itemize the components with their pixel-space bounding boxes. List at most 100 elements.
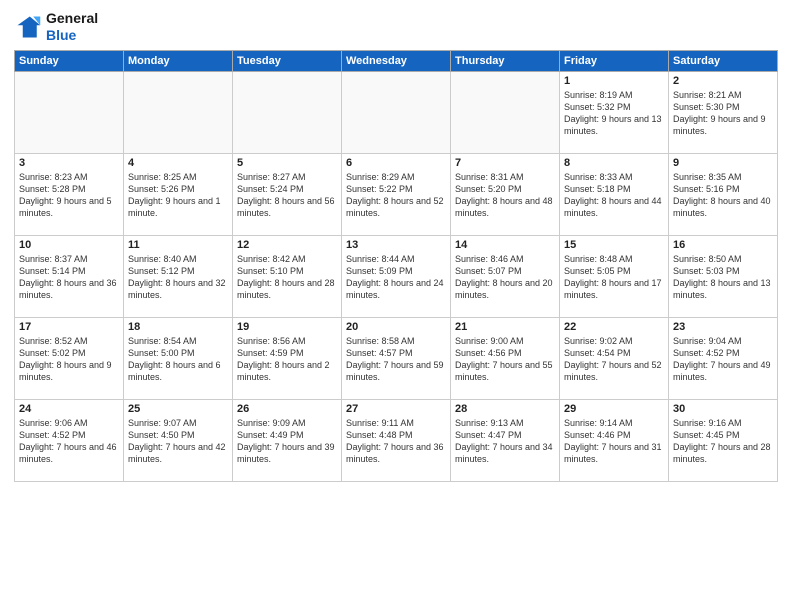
day-info: Sunrise: 9:02 AM Sunset: 4:54 PM Dayligh… bbox=[564, 335, 664, 384]
day-number: 25 bbox=[128, 403, 228, 415]
day-info: Sunrise: 8:19 AM Sunset: 5:32 PM Dayligh… bbox=[564, 89, 664, 138]
week-row-4: 24 Sunrise: 9:06 AM Sunset: 4:52 PM Dayli… bbox=[15, 399, 778, 481]
weekday-header-friday: Friday bbox=[560, 50, 669, 71]
calendar-cell: 3 Sunrise: 8:23 AM Sunset: 5:28 PM Daylig… bbox=[15, 153, 124, 235]
calendar-cell: 16 Sunrise: 8:50 AM Sunset: 5:03 PM Dayli… bbox=[669, 235, 778, 317]
weekday-header-thursday: Thursday bbox=[451, 50, 560, 71]
header: General Blue bbox=[14, 10, 778, 44]
day-number: 10 bbox=[19, 239, 119, 251]
day-info: Sunrise: 8:37 AM Sunset: 5:14 PM Dayligh… bbox=[19, 253, 119, 302]
calendar-cell: 8 Sunrise: 8:33 AM Sunset: 5:18 PM Daylig… bbox=[560, 153, 669, 235]
day-info: Sunrise: 8:54 AM Sunset: 5:00 PM Dayligh… bbox=[128, 335, 228, 384]
calendar-cell: 5Sunrise: 8:27 AM Sunset: 5:24 PM Daylig… bbox=[233, 153, 342, 235]
logo-text: General Blue bbox=[46, 10, 98, 44]
day-number: 29 bbox=[564, 403, 664, 415]
day-number: 13 bbox=[346, 239, 446, 251]
calendar-cell: 27 Sunrise: 9:11 AM Sunset: 4:48 PM Dayli… bbox=[342, 399, 451, 481]
day-info: Sunrise: 8:56 AM Sunset: 4:59 PM Dayligh… bbox=[237, 335, 337, 384]
calendar-cell: 6Sunrise: 8:29 AM Sunset: 5:22 PM Daylig… bbox=[342, 153, 451, 235]
page: General Blue SundayMondayTuesdayWednesda… bbox=[0, 0, 792, 612]
day-number: 27 bbox=[346, 403, 446, 415]
calendar-cell: 23 Sunrise: 9:04 AM Sunset: 4:52 PM Dayli… bbox=[669, 317, 778, 399]
day-info: Sunrise: 8:52 AM Sunset: 5:02 PM Dayligh… bbox=[19, 335, 119, 384]
day-number: 14 bbox=[455, 239, 555, 251]
calendar-cell: 2 Sunrise: 8:21 AM Sunset: 5:30 PM Daylig… bbox=[669, 71, 778, 153]
calendar-cell: 18 Sunrise: 8:54 AM Sunset: 5:00 PM Dayli… bbox=[124, 317, 233, 399]
calendar-cell: 12 Sunrise: 8:42 AM Sunset: 5:10 PM Dayli… bbox=[233, 235, 342, 317]
day-info: Sunrise: 9:04 AM Sunset: 4:52 PM Dayligh… bbox=[673, 335, 773, 384]
day-number: 2 bbox=[673, 75, 773, 87]
day-number: 16 bbox=[673, 239, 773, 251]
day-number: 24 bbox=[19, 403, 119, 415]
day-info: Sunrise: 9:00 AM Sunset: 4:56 PM Dayligh… bbox=[455, 335, 555, 384]
week-row-3: 17 Sunrise: 8:52 AM Sunset: 5:02 PM Dayli… bbox=[15, 317, 778, 399]
day-info: Sunrise: 8:31 AM Sunset: 5:20 PM Dayligh… bbox=[455, 171, 555, 220]
calendar-cell: 17 Sunrise: 8:52 AM Sunset: 5:02 PM Dayli… bbox=[15, 317, 124, 399]
day-info: Sunrise: 9:06 AM Sunset: 4:52 PM Dayligh… bbox=[19, 417, 119, 466]
day-info: Sunrise: 9:11 AM Sunset: 4:48 PM Dayligh… bbox=[346, 417, 446, 466]
day-info: Sunrise: 8:23 AM Sunset: 5:28 PM Dayligh… bbox=[19, 171, 119, 220]
day-number: 6 bbox=[346, 157, 446, 169]
day-info: Sunrise: 8:44 AM Sunset: 5:09 PM Dayligh… bbox=[346, 253, 446, 302]
day-info: Sunrise: 9:16 AM Sunset: 4:45 PM Dayligh… bbox=[673, 417, 773, 466]
day-info: Sunrise: 9:13 AM Sunset: 4:47 PM Dayligh… bbox=[455, 417, 555, 466]
calendar-cell: 25 Sunrise: 9:07 AM Sunset: 4:50 PM Dayli… bbox=[124, 399, 233, 481]
day-info: Sunrise: 8:50 AM Sunset: 5:03 PM Dayligh… bbox=[673, 253, 773, 302]
day-number: 4 bbox=[128, 157, 228, 169]
calendar-cell: 13 Sunrise: 8:44 AM Sunset: 5:09 PM Dayli… bbox=[342, 235, 451, 317]
calendar-cell: 4 Sunrise: 8:25 AM Sunset: 5:26 PM Daylig… bbox=[124, 153, 233, 235]
calendar-cell: 24 Sunrise: 9:06 AM Sunset: 4:52 PM Dayli… bbox=[15, 399, 124, 481]
day-number: 9 bbox=[673, 157, 773, 169]
calendar-cell: 26Sunrise: 9:09 AM Sunset: 4:49 PM Dayli… bbox=[233, 399, 342, 481]
day-info: Sunrise: 9:14 AM Sunset: 4:46 PM Dayligh… bbox=[564, 417, 664, 466]
day-number: 28 bbox=[455, 403, 555, 415]
calendar-cell bbox=[451, 71, 560, 153]
calendar-cell: 19 Sunrise: 8:56 AM Sunset: 4:59 PM Dayli… bbox=[233, 317, 342, 399]
calendar-cell: 15Sunrise: 8:48 AM Sunset: 5:05 PM Dayli… bbox=[560, 235, 669, 317]
calendar-cell: 30 Sunrise: 9:16 AM Sunset: 4:45 PM Dayli… bbox=[669, 399, 778, 481]
day-number: 3 bbox=[19, 157, 119, 169]
day-info: Sunrise: 9:07 AM Sunset: 4:50 PM Dayligh… bbox=[128, 417, 228, 466]
weekday-header-monday: Monday bbox=[124, 50, 233, 71]
week-row-1: 3 Sunrise: 8:23 AM Sunset: 5:28 PM Daylig… bbox=[15, 153, 778, 235]
day-info: Sunrise: 8:21 AM Sunset: 5:30 PM Dayligh… bbox=[673, 89, 773, 138]
weekday-header-row: SundayMondayTuesdayWednesdayThursdayFrid… bbox=[15, 50, 778, 71]
calendar-cell: 28 Sunrise: 9:13 AM Sunset: 4:47 PM Dayli… bbox=[451, 399, 560, 481]
day-info: Sunrise: 8:48 AM Sunset: 5:05 PM Dayligh… bbox=[564, 253, 664, 302]
calendar-cell bbox=[15, 71, 124, 153]
day-number: 12 bbox=[237, 239, 337, 251]
calendar-cell bbox=[342, 71, 451, 153]
day-number: 8 bbox=[564, 157, 664, 169]
day-info: Sunrise: 8:42 AM Sunset: 5:10 PM Dayligh… bbox=[237, 253, 337, 302]
day-info: Sunrise: 8:33 AM Sunset: 5:18 PM Dayligh… bbox=[564, 171, 664, 220]
day-number: 7 bbox=[455, 157, 555, 169]
calendar-cell: 7 Sunrise: 8:31 AM Sunset: 5:20 PM Daylig… bbox=[451, 153, 560, 235]
calendar-cell: 14 Sunrise: 8:46 AM Sunset: 5:07 PM Dayli… bbox=[451, 235, 560, 317]
week-row-2: 10 Sunrise: 8:37 AM Sunset: 5:14 PM Dayli… bbox=[15, 235, 778, 317]
calendar-cell: 21 Sunrise: 9:00 AM Sunset: 4:56 PM Dayli… bbox=[451, 317, 560, 399]
calendar-cell bbox=[124, 71, 233, 153]
weekday-header-sunday: Sunday bbox=[15, 50, 124, 71]
day-number: 30 bbox=[673, 403, 773, 415]
day-number: 1 bbox=[564, 75, 664, 87]
calendar-cell: 11Sunrise: 8:40 AM Sunset: 5:12 PM Dayli… bbox=[124, 235, 233, 317]
calendar-cell: 20Sunrise: 8:58 AM Sunset: 4:57 PM Dayli… bbox=[342, 317, 451, 399]
day-number: 11 bbox=[128, 239, 228, 251]
day-info: Sunrise: 8:46 AM Sunset: 5:07 PM Dayligh… bbox=[455, 253, 555, 302]
day-number: 21 bbox=[455, 321, 555, 333]
day-number: 19 bbox=[237, 321, 337, 333]
calendar-table: SundayMondayTuesdayWednesdayThursdayFrid… bbox=[14, 50, 778, 482]
day-number: 17 bbox=[19, 321, 119, 333]
calendar-cell: 22Sunrise: 9:02 AM Sunset: 4:54 PM Dayli… bbox=[560, 317, 669, 399]
calendar-cell: 1 Sunrise: 8:19 AM Sunset: 5:32 PM Daylig… bbox=[560, 71, 669, 153]
day-info: Sunrise: 8:25 AM Sunset: 5:26 PM Dayligh… bbox=[128, 171, 228, 220]
week-row-0: 1 Sunrise: 8:19 AM Sunset: 5:32 PM Daylig… bbox=[15, 71, 778, 153]
day-info: Sunrise: 8:35 AM Sunset: 5:16 PM Dayligh… bbox=[673, 171, 773, 220]
weekday-header-wednesday: Wednesday bbox=[342, 50, 451, 71]
day-number: 5 bbox=[237, 157, 337, 169]
day-number: 26 bbox=[237, 403, 337, 415]
calendar-cell: 29 Sunrise: 9:14 AM Sunset: 4:46 PM Dayli… bbox=[560, 399, 669, 481]
weekday-header-tuesday: Tuesday bbox=[233, 50, 342, 71]
day-number: 18 bbox=[128, 321, 228, 333]
day-number: 23 bbox=[673, 321, 773, 333]
